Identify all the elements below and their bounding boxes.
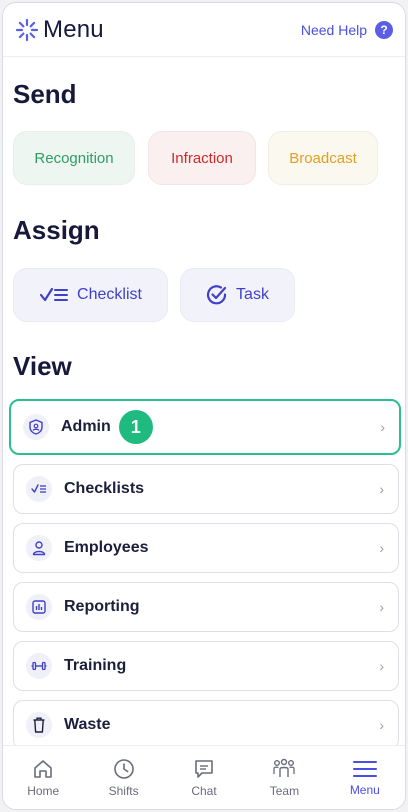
view-item-label: Reporting bbox=[64, 598, 140, 615]
tab-home[interactable]: Home bbox=[3, 746, 83, 809]
view-item-label: Admin bbox=[61, 418, 111, 435]
infraction-button[interactable]: Infraction bbox=[148, 131, 256, 185]
brand-logo-icon bbox=[15, 18, 39, 41]
view-item-label: Training bbox=[64, 657, 127, 674]
view-item-waste[interactable]: Waste › bbox=[13, 700, 399, 750]
tab-menu[interactable]: Menu bbox=[325, 746, 405, 809]
view-item-reporting[interactable]: Reporting › bbox=[13, 582, 399, 632]
chevron-right-icon: › bbox=[379, 717, 384, 733]
broadcast-button[interactable]: Broadcast bbox=[268, 131, 378, 185]
view-item-employees[interactable]: Employees › bbox=[13, 523, 399, 573]
tab-label: Menu bbox=[349, 782, 380, 797]
tab-label: Home bbox=[27, 783, 60, 798]
bottom-tab-bar: Home Shifts Chat Team Menu bbox=[3, 745, 405, 809]
chat-icon bbox=[195, 759, 213, 778]
tab-shifts[interactable]: Shifts bbox=[83, 746, 163, 809]
recognition-button[interactable]: Recognition bbox=[13, 131, 135, 185]
help-question-icon: ? bbox=[375, 20, 393, 39]
top-bar: Menu Need Help ? bbox=[3, 3, 405, 57]
assign-checklist-button[interactable]: Checklist bbox=[13, 268, 168, 322]
step-badge: 1 bbox=[118, 410, 153, 444]
chevron-right-icon: › bbox=[379, 540, 384, 556]
section-title-send: Send bbox=[13, 79, 77, 109]
section-title-assign: Assign bbox=[13, 215, 100, 245]
team-icon bbox=[273, 758, 296, 777]
chevron-right-icon: › bbox=[379, 481, 384, 497]
view-item-checklists[interactable]: Checklists › bbox=[13, 464, 399, 514]
clock-icon bbox=[113, 758, 134, 779]
chevron-right-icon: › bbox=[379, 658, 384, 674]
view-item-training[interactable]: Training › bbox=[13, 641, 399, 691]
checklist-icon bbox=[26, 476, 52, 502]
app-screen: Menu Need Help ? Send Recognition Infrac… bbox=[2, 2, 406, 810]
tab-label: Chat bbox=[191, 783, 217, 798]
chevron-right-icon: › bbox=[380, 419, 385, 435]
view-item-label: Employees bbox=[64, 539, 149, 556]
view-item-label: Checklists bbox=[64, 480, 145, 497]
trash-icon bbox=[26, 712, 52, 738]
tab-chat[interactable]: Chat bbox=[164, 746, 244, 809]
need-help-button[interactable]: Need Help ? bbox=[300, 20, 393, 39]
tab-team[interactable]: Team bbox=[244, 746, 324, 809]
view-item-label: Waste bbox=[64, 716, 111, 733]
check-circle-icon bbox=[207, 285, 227, 305]
checklist-icon bbox=[39, 287, 69, 302]
menu-icon bbox=[352, 760, 377, 777]
dumbbell-icon bbox=[26, 653, 52, 679]
tab-label: Team bbox=[269, 783, 300, 798]
report-icon bbox=[26, 594, 52, 620]
page-title: Menu bbox=[43, 15, 104, 43]
assign-task-button[interactable]: Task bbox=[180, 268, 295, 322]
need-help-label: Need Help bbox=[300, 21, 367, 38]
person-icon bbox=[26, 535, 52, 561]
assign-checklist-label: Checklist bbox=[77, 286, 142, 303]
home-icon bbox=[34, 759, 53, 778]
chevron-right-icon: › bbox=[379, 599, 384, 615]
view-item-admin[interactable]: Admin 1 › bbox=[9, 399, 401, 455]
section-title-view: View bbox=[13, 351, 72, 381]
shield-user-icon bbox=[23, 414, 49, 440]
assign-task-label: Task bbox=[236, 286, 269, 303]
tab-label: Shifts bbox=[108, 783, 139, 798]
